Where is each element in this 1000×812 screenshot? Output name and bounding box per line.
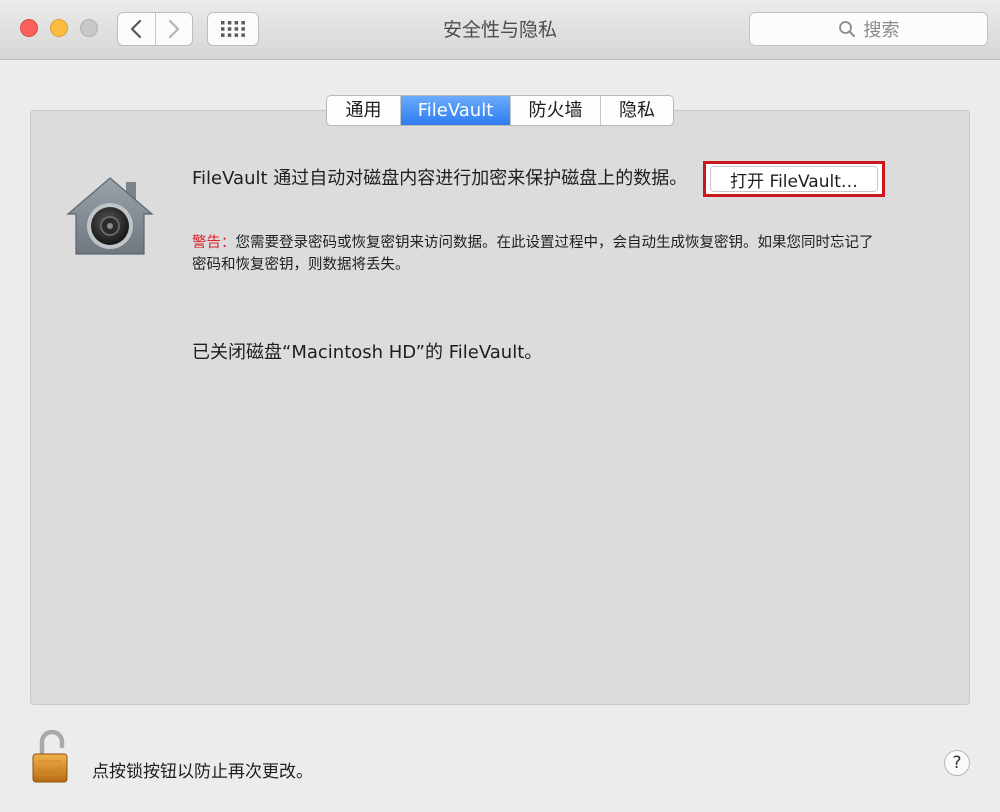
help-button[interactable]: ? — [944, 750, 970, 776]
navigation-buttons — [117, 12, 193, 46]
show-all-button[interactable] — [207, 12, 259, 46]
minimize-window-button[interactable] — [50, 19, 68, 37]
turn-on-filevault-button[interactable]: 打开 FileVault… — [710, 166, 878, 192]
turn-on-filevault-highlight: 打开 FileVault… — [703, 161, 885, 197]
search-field[interactable]: 搜索 — [749, 12, 988, 46]
warning-label: 警告： — [192, 235, 236, 251]
padlock-unlocked-icon[interactable] — [30, 728, 74, 784]
title-bar: 安全性与隐私 搜索 — [0, 0, 1000, 60]
lock-hint-text: 点按锁按钮以防止再次更改。 — [92, 762, 313, 782]
chevron-left-icon — [131, 19, 142, 39]
search-icon — [838, 21, 855, 37]
tab-privacy[interactable]: 隐私 — [600, 96, 673, 125]
search-placeholder: 搜索 — [863, 20, 900, 41]
filevault-description: FileVault 通过自动对磁盘内容进行加密来保护磁盘上的数据。 — [192, 168, 688, 189]
tab-filevault[interactable]: FileVault — [400, 96, 510, 125]
forward-button[interactable] — [154, 13, 193, 45]
chevron-right-icon — [168, 19, 179, 39]
zoom-window-button[interactable] — [80, 19, 98, 37]
content-panel — [30, 110, 970, 705]
tab-general[interactable]: 通用 — [327, 96, 400, 125]
tab-bar: 通用 FileVault 防火墙 隐私 — [326, 95, 674, 126]
close-window-button[interactable] — [20, 19, 38, 37]
grid-icon — [221, 21, 245, 37]
filevault-status: 已关闭磁盘“Macintosh HD”的 FileVault。 — [192, 342, 543, 363]
back-button[interactable] — [118, 13, 155, 45]
filevault-warning: 警告：您需要登录密码或恢复密钥来访问数据。在此设置过程中，会自动生成恢复密钥。如… — [192, 232, 882, 276]
filevault-house-safe-icon — [66, 177, 154, 255]
tab-firewall[interactable]: 防火墙 — [510, 96, 600, 125]
warning-text: 您需要登录密码或恢复密钥来访问数据。在此设置过程中，会自动生成恢复密钥。如果您同… — [192, 235, 874, 273]
